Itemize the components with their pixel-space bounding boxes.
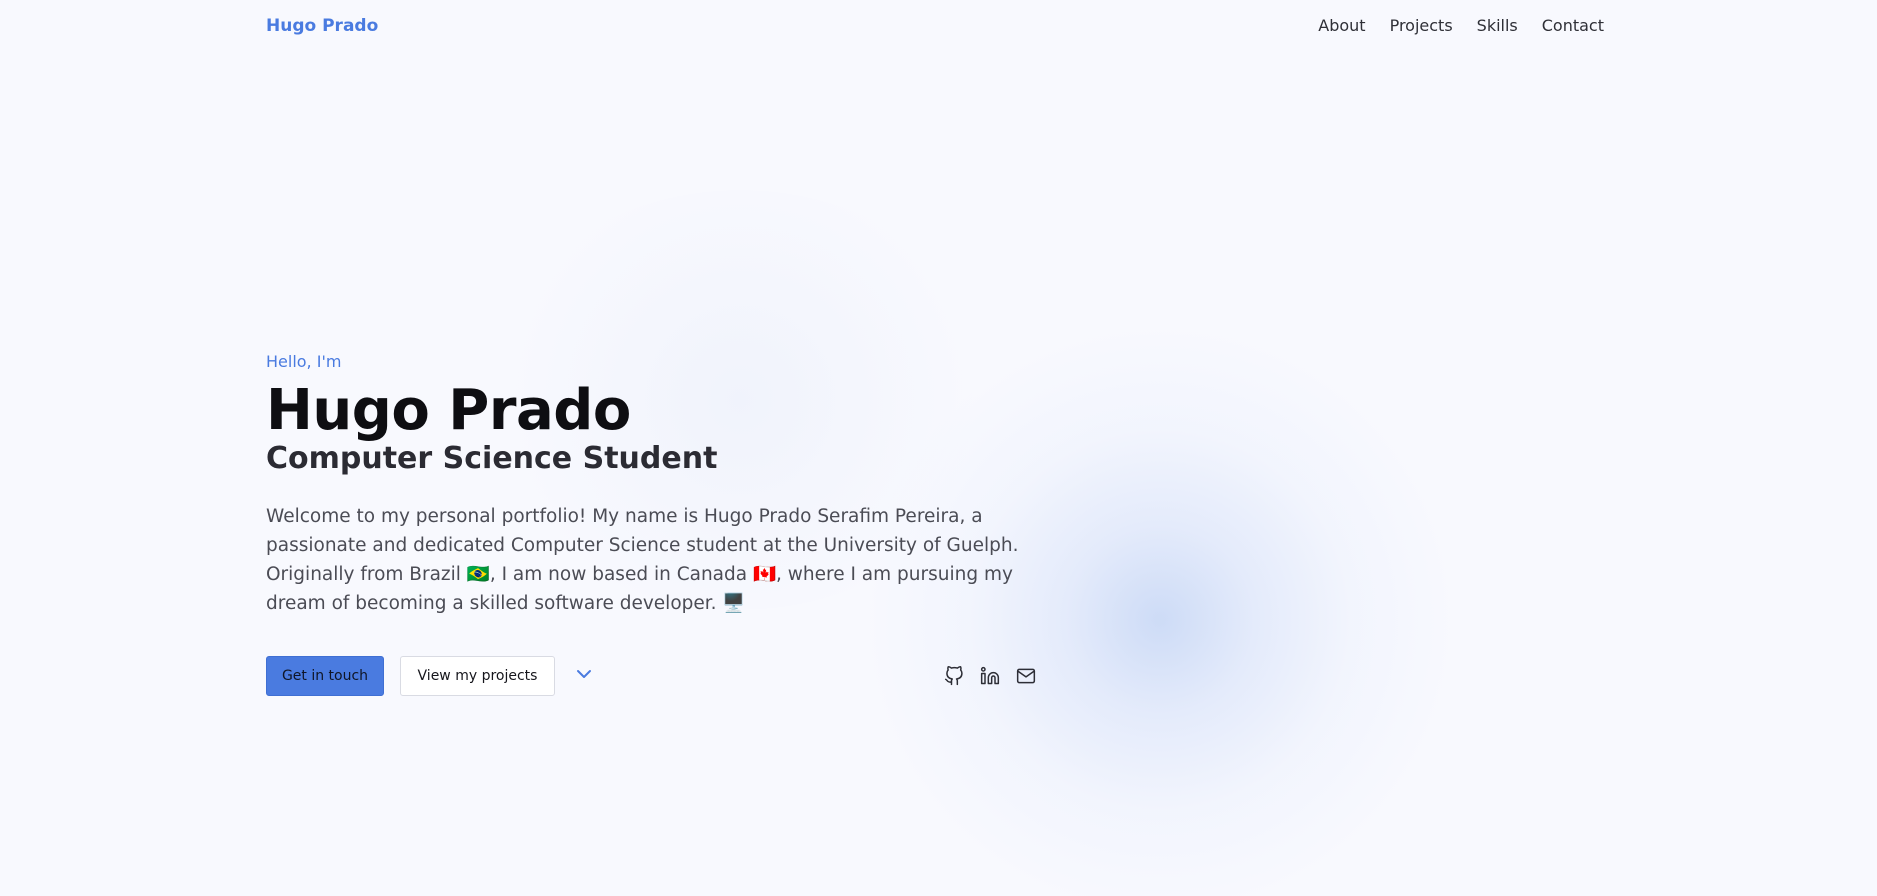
chevron-down-icon[interactable] (572, 662, 596, 686)
nav-link-projects[interactable]: Projects (1390, 16, 1453, 35)
view-projects-button[interactable]: View my projects (400, 656, 555, 696)
hero-actions: Get in touch View my projects (266, 656, 1046, 698)
github-icon[interactable] (942, 664, 966, 688)
hero-name: Hugo Prado (266, 378, 631, 443)
top-nav: Hugo Prado About Projects Skills Contact (0, 0, 1877, 56)
nav-links: About Projects Skills Contact (1300, 16, 1604, 35)
nav-link-skills[interactable]: Skills (1477, 16, 1518, 35)
nav-link-about[interactable]: About (1318, 16, 1365, 35)
get-in-touch-button[interactable]: Get in touch (266, 656, 384, 696)
social-links (942, 664, 1038, 688)
hero-greeting: Hello, I'm (266, 352, 342, 371)
hero-section: Hello, I'm Hugo Prado Computer Science S… (266, 352, 1056, 618)
nav-link-contact[interactable]: Contact (1542, 16, 1604, 35)
brand-logo[interactable]: Hugo Prado (266, 16, 378, 36)
hero-intro: Welcome to my personal portfolio! My nam… (266, 506, 1019, 614)
linkedin-icon[interactable] (978, 664, 1002, 688)
page: Hugo Prado About Projects Skills Contact… (0, 0, 1877, 896)
mail-icon[interactable] (1014, 664, 1038, 688)
hero-role: Computer Science Student (266, 441, 718, 476)
